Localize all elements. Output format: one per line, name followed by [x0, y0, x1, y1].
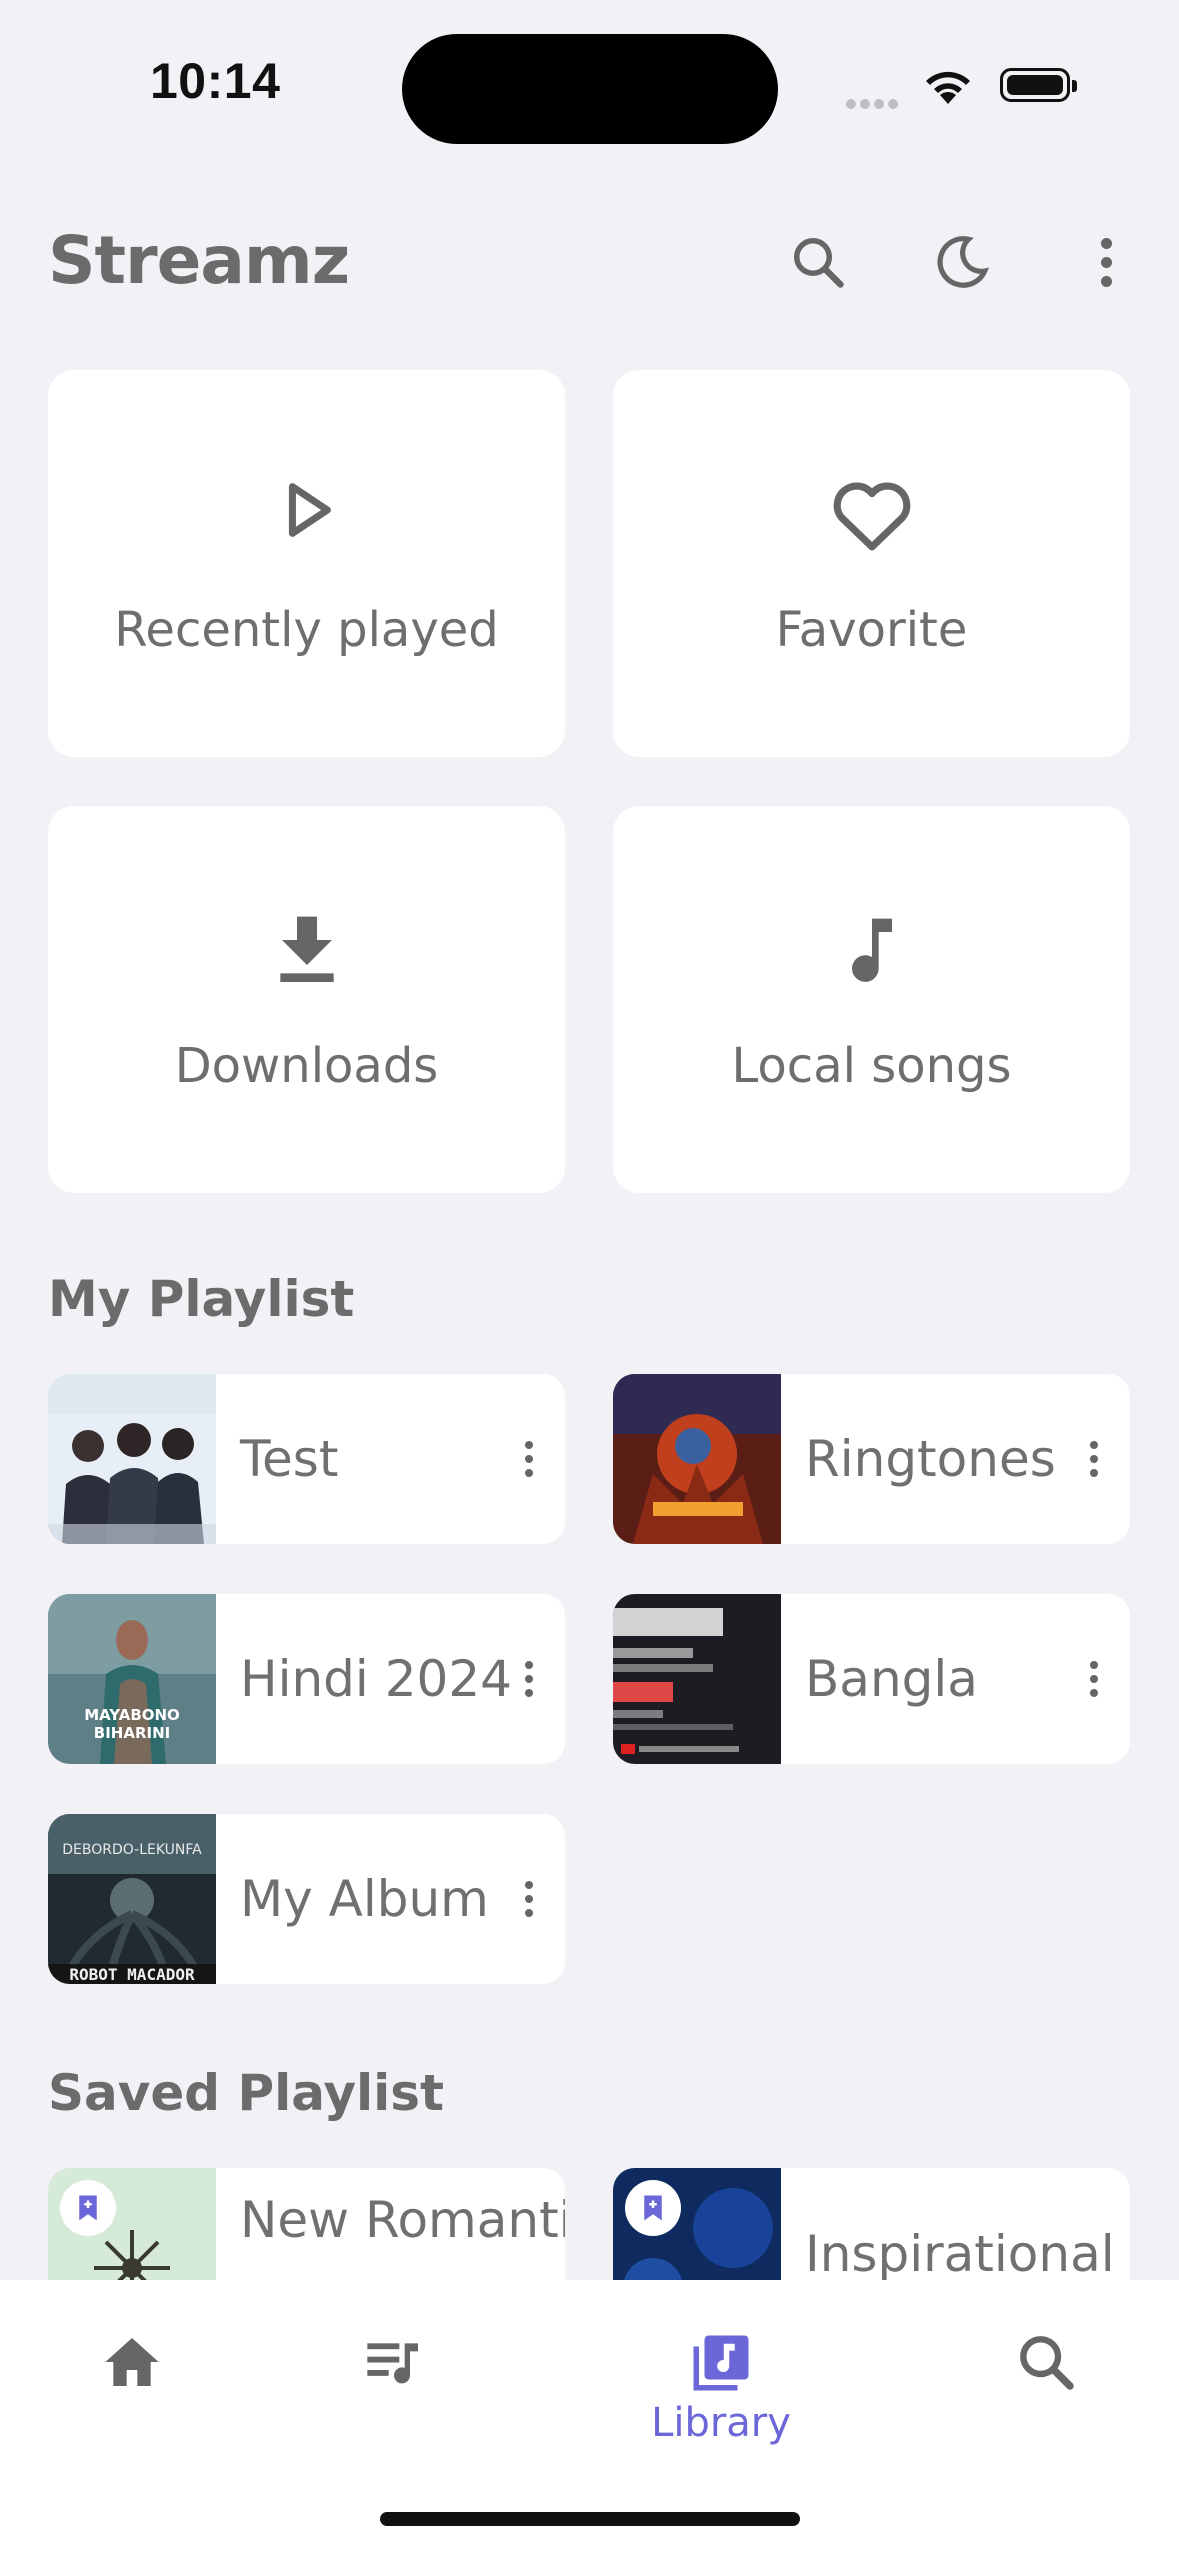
- playlist-name: My Album: [240, 1870, 489, 1928]
- playlist-cover: [613, 1594, 781, 1764]
- playlist-name: Test: [240, 1430, 339, 1488]
- more-vert-icon: [1090, 1438, 1098, 1480]
- local-songs-card[interactable]: Local songs: [613, 806, 1130, 1193]
- playlist-more-button[interactable]: [509, 1419, 549, 1499]
- status-time: 10:14: [150, 53, 281, 109]
- more-vert-icon: [525, 1658, 533, 1700]
- playlist-name: Hindi 2024: [240, 1650, 512, 1708]
- play-outline-icon: [288, 483, 331, 537]
- playlist-item[interactable]: MAYABONO BIHARINI Hindi 2024: [48, 1594, 565, 1764]
- bookmark-add-icon: [79, 2195, 97, 2221]
- saved-badge: [60, 2180, 116, 2236]
- battery-icon: [1000, 68, 1077, 102]
- home-icon: [105, 2338, 159, 2386]
- playlist-more-button[interactable]: [509, 1859, 549, 1939]
- cover-title-line1: DEBORDO-LEKUNFA: [62, 1842, 202, 1858]
- nav-search[interactable]: [966, 2330, 1126, 2394]
- moon-icon: [937, 236, 990, 288]
- more-options-button[interactable]: [1066, 222, 1146, 302]
- app-title: Streamz: [48, 222, 350, 299]
- cover-title-line1: MAYABONO: [84, 1706, 180, 1724]
- nav-library-label: Library: [651, 2400, 791, 2446]
- wifi-icon: [926, 71, 970, 104]
- bookmark-add-icon: [644, 2195, 662, 2221]
- cellular-signal-icon: [846, 94, 902, 113]
- home-indicator[interactable]: [380, 2512, 800, 2526]
- nav-home[interactable]: [52, 2330, 212, 2394]
- cover-title-line2: BIHARINI: [94, 1724, 170, 1742]
- playlist-item[interactable]: DEBORDO-LEKUNFA ROBOT MACADOR My Album: [48, 1814, 565, 1984]
- playlist-more-button[interactable]: [509, 1639, 549, 1719]
- download-icon: [279, 916, 334, 982]
- saved-playlist-title: Saved Playlist: [48, 2064, 444, 2122]
- nav-library[interactable]: Library: [641, 2330, 801, 2446]
- music-note-icon: [851, 918, 892, 982]
- downloads-label: Downloads: [174, 1038, 439, 1094]
- playlist-item[interactable]: Bangla: [613, 1594, 1130, 1764]
- dark-mode-button[interactable]: [922, 222, 1002, 302]
- more-vert-icon: [1100, 235, 1112, 290]
- playlist-name: Ringtones: [805, 1430, 1056, 1488]
- recently-played-card[interactable]: Recently played: [48, 370, 565, 757]
- search-button[interactable]: [778, 222, 858, 302]
- nav-queue[interactable]: [314, 2330, 474, 2394]
- playlist-cover: DEBORDO-LEKUNFA ROBOT MACADOR: [48, 1814, 216, 1984]
- search-icon: [1020, 2336, 1074, 2390]
- playlist-cover: [48, 1374, 216, 1544]
- favorite-label: Favorite: [775, 602, 968, 658]
- queue-music-icon: [367, 2343, 418, 2384]
- playlist-item[interactable]: Ringtones: [613, 1374, 1130, 1544]
- library-music-icon: [693, 2335, 749, 2391]
- heart-outline-icon: [833, 482, 910, 551]
- favorite-card[interactable]: Favorite: [613, 370, 1130, 757]
- my-playlist-title: My Playlist: [48, 1270, 355, 1328]
- playlist-more-button[interactable]: [1074, 1639, 1114, 1719]
- more-vert-icon: [525, 1878, 533, 1920]
- local-songs-label: Local songs: [731, 1038, 1012, 1094]
- playlist-cover: [613, 1374, 781, 1544]
- cover-title-line2: ROBOT MACADOR: [69, 1965, 195, 1984]
- search-icon: [794, 238, 844, 288]
- downloads-card[interactable]: Downloads: [48, 806, 565, 1193]
- saved-badge: [625, 2180, 681, 2236]
- playlist-more-button[interactable]: [1074, 1419, 1114, 1499]
- playlist-name: Bangla: [805, 1650, 978, 1708]
- more-vert-icon: [525, 1438, 533, 1480]
- more-vert-icon: [1090, 1658, 1098, 1700]
- recently-played-label: Recently played: [114, 602, 499, 658]
- dynamic-island: [402, 34, 778, 144]
- playlist-cover: MAYABONO BIHARINI: [48, 1594, 216, 1764]
- playlist-item[interactable]: Test: [48, 1374, 565, 1544]
